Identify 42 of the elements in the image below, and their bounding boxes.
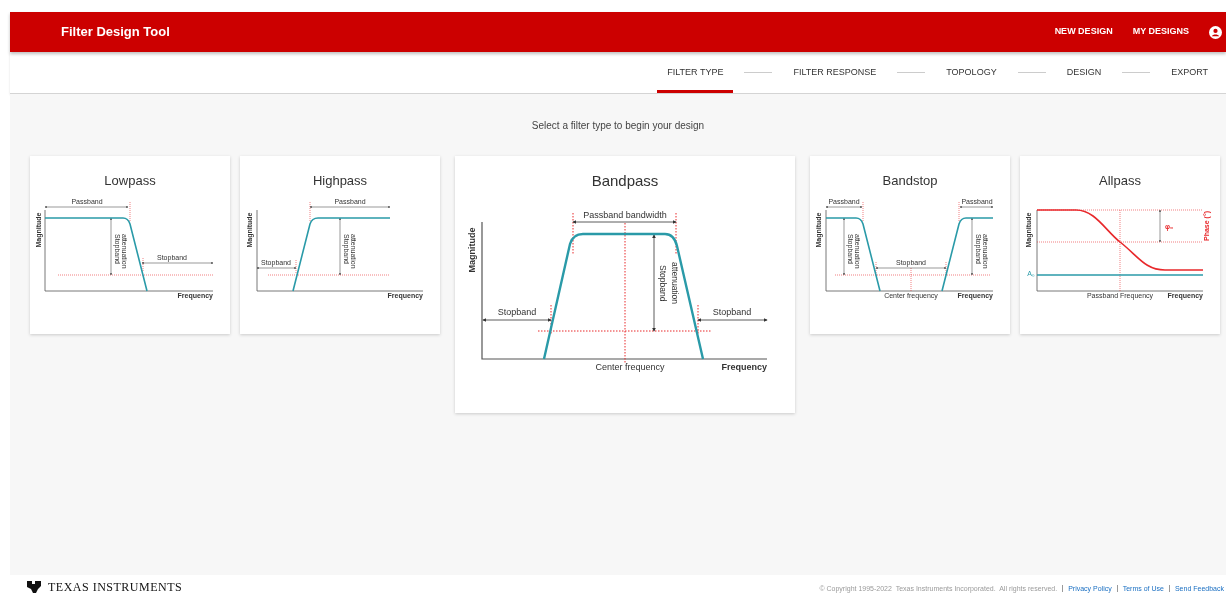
dimension-arrow <box>110 217 112 276</box>
card-title: Bandpass <box>591 173 659 188</box>
dimension-arrow <box>971 217 973 276</box>
step-tab[interactable]: TOPOLOGY <box>936 52 1007 93</box>
brand-name: TEXAS INSTRUMENTS <box>48 579 183 596</box>
step-tab[interactable]: FILTER RESPONSE <box>783 52 887 93</box>
guide-line <box>572 212 574 256</box>
guide-line <box>958 201 960 223</box>
guide-line <box>129 201 131 223</box>
graph-label: attenuation <box>670 262 680 305</box>
step-tab[interactable]: EXPORT <box>1161 52 1218 93</box>
guide-line <box>675 212 677 256</box>
card-title: Lowpass <box>104 174 156 187</box>
dimension-arrow <box>825 206 863 208</box>
graph-label: Magnitude <box>467 227 477 273</box>
nav-link[interactable]: NEW DESIGN <box>1054 25 1113 39</box>
guide-line <box>862 201 864 223</box>
nav-link[interactable]: MY DESIGNS <box>1132 25 1189 39</box>
step-tab[interactable]: DESIGN <box>1056 52 1112 93</box>
graph-label: Stopband <box>497 307 537 317</box>
card-title: Highpass <box>312 174 368 187</box>
graph-label: Stopband <box>658 265 668 302</box>
dimension-arrow <box>339 217 341 276</box>
instruction-text: Select a filter type to begin your design <box>530 119 706 133</box>
graph-label: Stopband <box>712 307 752 317</box>
app-title: Filter Design Tool <box>61 23 170 42</box>
card-title: Bandstop <box>882 174 938 187</box>
dimension-arrow <box>1159 209 1161 243</box>
dimension-arrow <box>875 267 947 269</box>
guide-line <box>309 201 311 223</box>
account-icon[interactable] <box>1209 25 1222 39</box>
graph-label: Center frequency <box>595 362 665 372</box>
dimension-arrow <box>959 206 994 208</box>
graph-label: Passband bandwidth <box>583 210 667 220</box>
dimension-arrow <box>482 318 552 322</box>
dimension-arrow <box>697 318 768 322</box>
dimension-arrow <box>256 267 297 269</box>
logo-icon <box>26 580 42 594</box>
graph-label: Frequency <box>721 362 767 372</box>
card-title: Allpass <box>1099 174 1141 187</box>
filter-card[interactable]: Bandpass Magnitude Passband bandwidth Stopband attenuation Stopband Stopband Center frequency Frequency <box>455 156 795 413</box>
dimension-arrow <box>843 217 845 276</box>
